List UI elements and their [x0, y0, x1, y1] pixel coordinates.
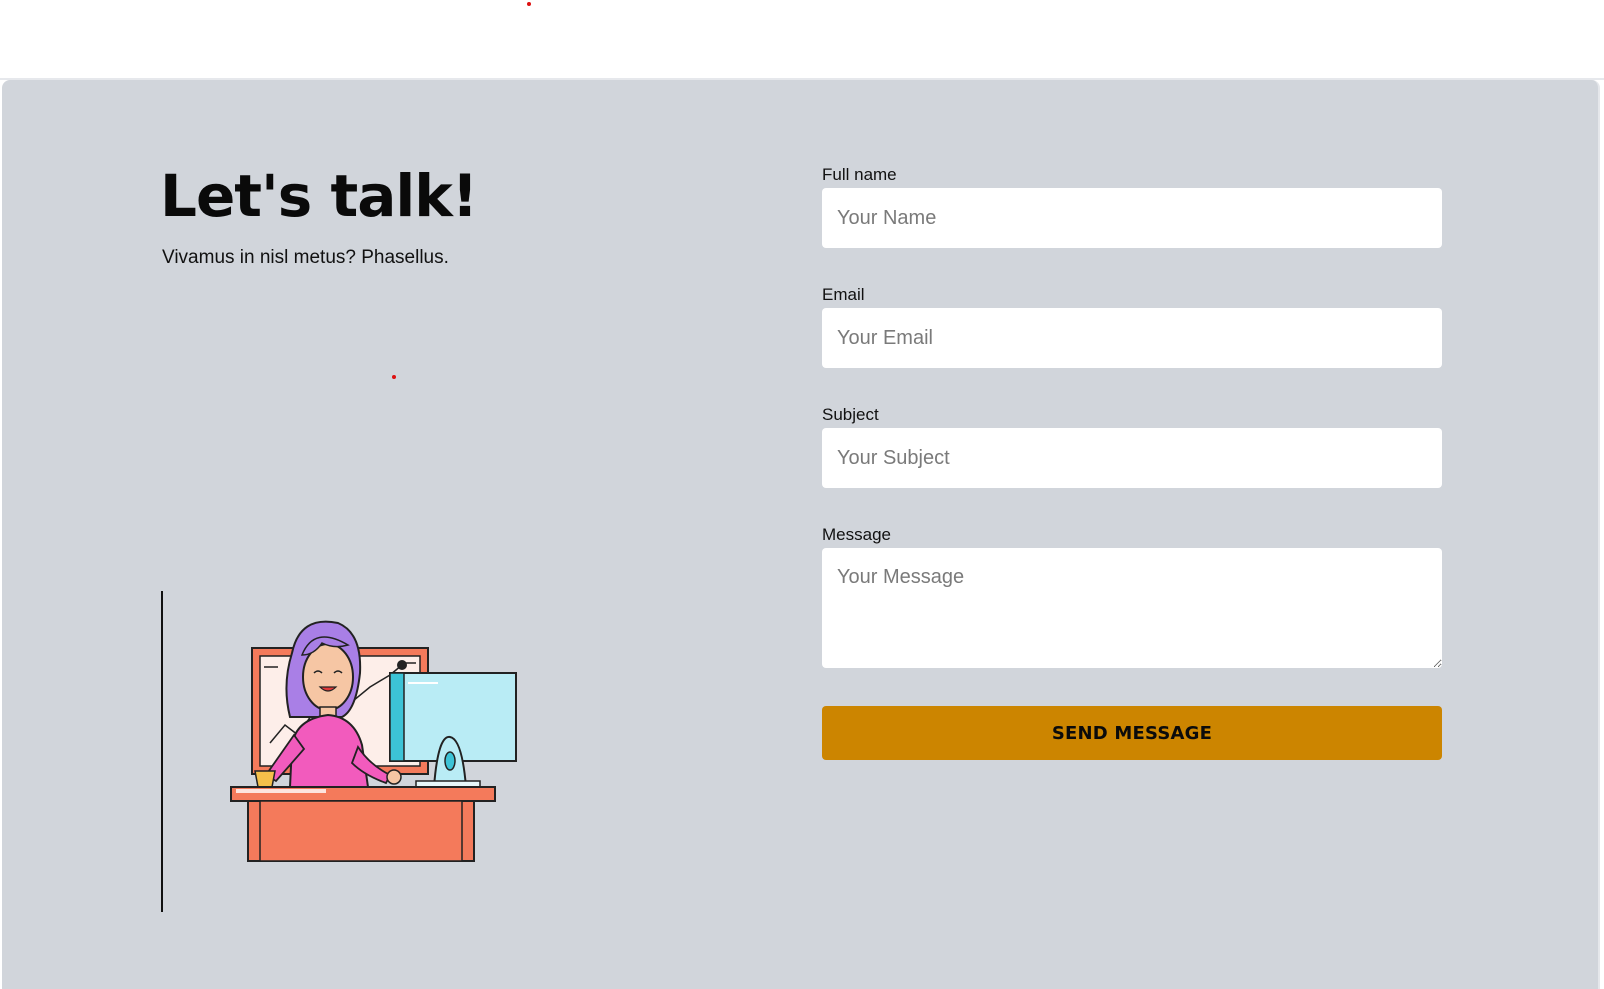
email-label: Email [822, 285, 865, 304]
email-input[interactable] [822, 308, 1442, 368]
full-name-input[interactable] [822, 188, 1442, 248]
full-name-group: Full name [822, 166, 1442, 248]
subject-group: Subject [822, 406, 1442, 488]
page-title: Let's talk! [160, 162, 478, 230]
vertical-divider [161, 591, 163, 912]
subject-label: Subject [822, 405, 879, 424]
page-subtitle: Vivamus in nisl metus? Phasellus. [162, 247, 449, 268]
woman-at-desk-illustration [230, 620, 517, 862]
red-dot-marker [527, 2, 531, 6]
send-message-button[interactable]: SEND MESSAGE [822, 706, 1442, 760]
message-label: Message [822, 525, 891, 544]
email-group: Email [822, 286, 1442, 368]
top-navbar [0, 0, 1604, 80]
red-dot-marker [392, 375, 396, 379]
message-textarea[interactable] [822, 548, 1442, 668]
contact-form: Full name Email Subject Message SEND MES… [822, 166, 1442, 760]
subject-input[interactable] [822, 428, 1442, 488]
full-name-label: Full name [822, 165, 897, 184]
message-group: Message [822, 526, 1442, 668]
